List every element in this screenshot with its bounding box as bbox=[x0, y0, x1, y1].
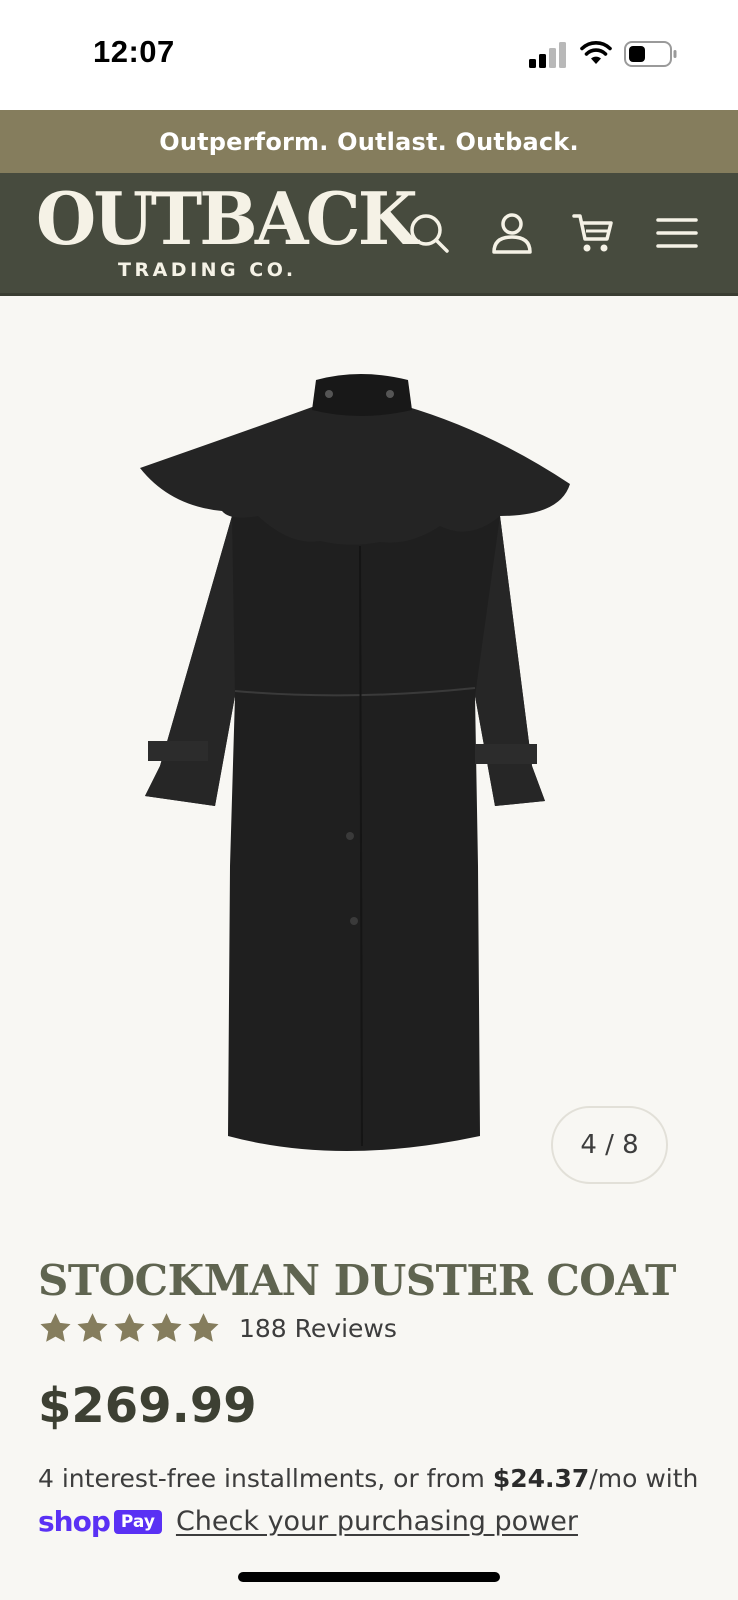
star-rating bbox=[38, 1311, 221, 1346]
star-icon bbox=[151, 1312, 182, 1342]
image-counter: 4 / 8 bbox=[551, 1106, 668, 1184]
shop-pay-badge: Pay bbox=[113, 1509, 162, 1534]
cellular-signal-icon bbox=[529, 42, 566, 68]
product-rating[interactable]: 188 Reviews bbox=[38, 1308, 397, 1348]
status-bar: 12:07 bbox=[0, 0, 738, 110]
star-icon bbox=[40, 1312, 71, 1342]
star-icon bbox=[188, 1312, 219, 1342]
logo-subtitle: TRADING CO. bbox=[118, 259, 297, 281]
installments-amount: $24.37 bbox=[492, 1464, 590, 1493]
promo-banner[interactable]: Outperform. Outlast. Outback. bbox=[0, 110, 738, 173]
cart-icon bbox=[572, 214, 613, 252]
purchasing-power-link[interactable]: Check your purchasing power bbox=[176, 1506, 578, 1537]
installments-text: 4 interest-free installments, or from $2… bbox=[38, 1464, 698, 1493]
product-gallery[interactable]: 4 / 8 bbox=[0, 296, 738, 1200]
star-icon bbox=[77, 1312, 108, 1342]
menu-icon bbox=[656, 218, 698, 248]
battery-icon bbox=[624, 41, 677, 67]
product-price: $269.99 bbox=[38, 1378, 257, 1434]
installments-suffix: /mo with bbox=[589, 1464, 699, 1493]
home-indicator bbox=[238, 1572, 500, 1582]
cart-button[interactable] bbox=[568, 208, 618, 258]
shop-pay-logo: shop bbox=[38, 1505, 111, 1538]
search-icon bbox=[410, 214, 449, 253]
wifi-icon bbox=[580, 41, 612, 64]
site-header: OUTBACK TRADING CO. bbox=[0, 173, 738, 296]
installments-prefix: 4 interest-free installments, or from bbox=[38, 1464, 493, 1493]
promo-text: Outperform. Outlast. Outback. bbox=[159, 127, 579, 156]
menu-button[interactable] bbox=[652, 208, 702, 258]
product-title: STOCKMAN DUSTER COAT bbox=[38, 1256, 676, 1305]
account-button[interactable] bbox=[487, 208, 537, 258]
search-button[interactable] bbox=[404, 208, 454, 258]
star-icon bbox=[114, 1312, 145, 1342]
product-image[interactable] bbox=[140, 366, 580, 1176]
status-time: 12:07 bbox=[93, 34, 175, 69]
logo[interactable]: OUTBACK bbox=[36, 179, 418, 259]
shop-pay-row: shop Pay Check your purchasing power bbox=[38, 1505, 578, 1538]
account-icon bbox=[492, 213, 532, 254]
reviews-count[interactable]: 188 Reviews bbox=[239, 1314, 397, 1343]
